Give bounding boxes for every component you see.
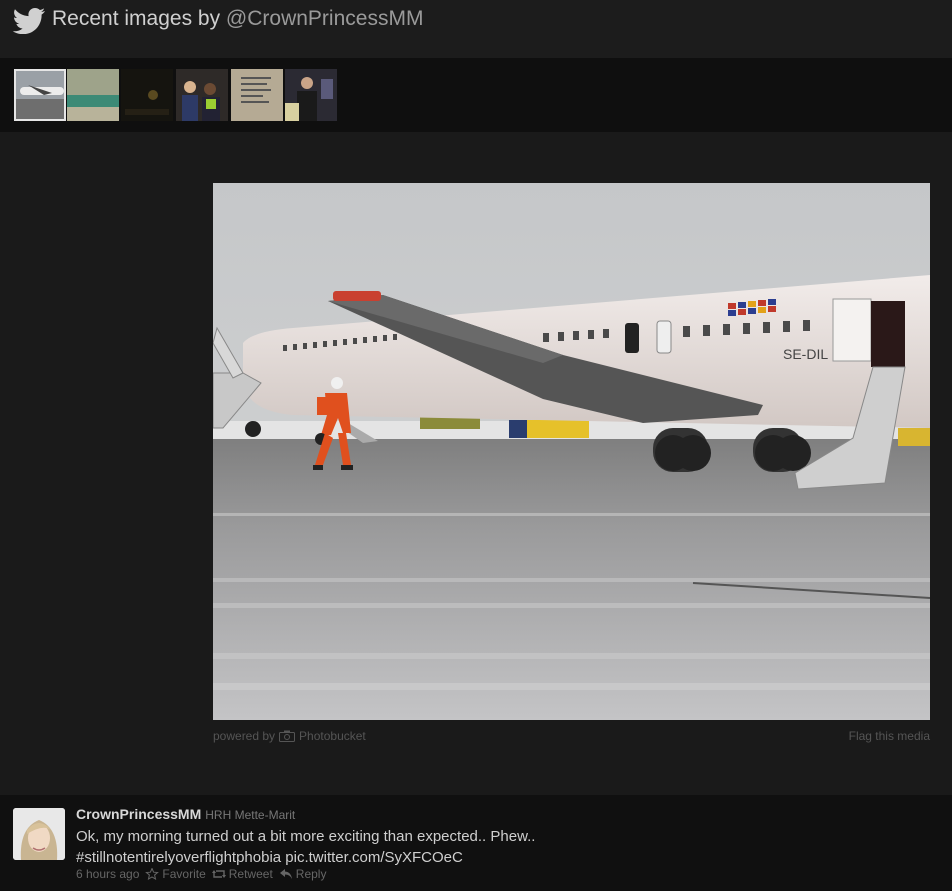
powered-by-label: powered by <box>213 729 276 743</box>
reply-label: Reply <box>295 867 327 881</box>
plane-registration: SE-DIL <box>783 346 828 362</box>
retweet-icon <box>211 870 226 878</box>
thumb-group-photo[interactable] <box>176 69 228 121</box>
reply-button[interactable]: Reply <box>279 867 327 881</box>
title-prefix: Recent images by <box>52 7 226 30</box>
tweet-text-line: Ok, my morning turned out a bit more exc… <box>76 828 536 845</box>
tweet-timestamp[interactable]: 6 hours ago <box>76 867 139 881</box>
media-photo[interactable]: SE-DIL <box>213 183 930 720</box>
powered-by: powered by Photobucket <box>213 729 366 743</box>
star-icon <box>145 868 160 880</box>
avatar[interactable] <box>13 808 65 860</box>
tweet-hashtag[interactable]: #stillnotentirelyoverflightphobia <box>76 849 281 866</box>
tweet-actions: 6 hours ago Favorite Retweet Reply <box>76 867 326 881</box>
tweet-header: CrownPrincessMM HRH Mette-Marit <box>76 806 295 822</box>
tweet-pic-link[interactable]: pic.twitter.com/SyXFCOeC <box>285 849 463 866</box>
header: Recent images by @CrownPrincessMM <box>0 0 952 58</box>
title-handle[interactable]: @CrownPrincessMM <box>226 7 424 30</box>
twitter-bird-icon <box>12 8 45 34</box>
favorite-button[interactable]: Favorite <box>145 867 206 881</box>
camera-icon <box>279 730 296 742</box>
thumb-event-stage[interactable] <box>285 69 337 121</box>
retweet-button[interactable]: Retweet <box>211 867 273 881</box>
tweet: CrownPrincessMM HRH Mette-Marit Ok, my mo… <box>0 795 952 891</box>
thumbnail-strip <box>0 58 952 132</box>
reply-icon <box>279 869 292 879</box>
media-viewer: SE-DIL powered by Photobucket Flag this … <box>0 132 952 795</box>
thumb-quote-sign[interactable] <box>231 69 283 121</box>
photobucket-link[interactable]: Photobucket <box>299 729 366 743</box>
page-title: Recent images by @CrownPrincessMM <box>52 7 423 31</box>
thumb-green-room[interactable] <box>67 69 119 121</box>
favorite-label: Favorite <box>162 867 206 881</box>
flag-media-link[interactable]: Flag this media <box>849 729 930 743</box>
tweet-text: Ok, my morning turned out a bit more exc… <box>76 826 936 868</box>
tweet-real-name: HRH Mette-Marit <box>205 808 296 822</box>
retweet-label: Retweet <box>228 867 273 881</box>
tweet-username[interactable]: CrownPrincessMM <box>76 806 201 822</box>
thumb-airplane[interactable] <box>14 69 66 121</box>
thumb-dark-night[interactable] <box>121 69 173 121</box>
